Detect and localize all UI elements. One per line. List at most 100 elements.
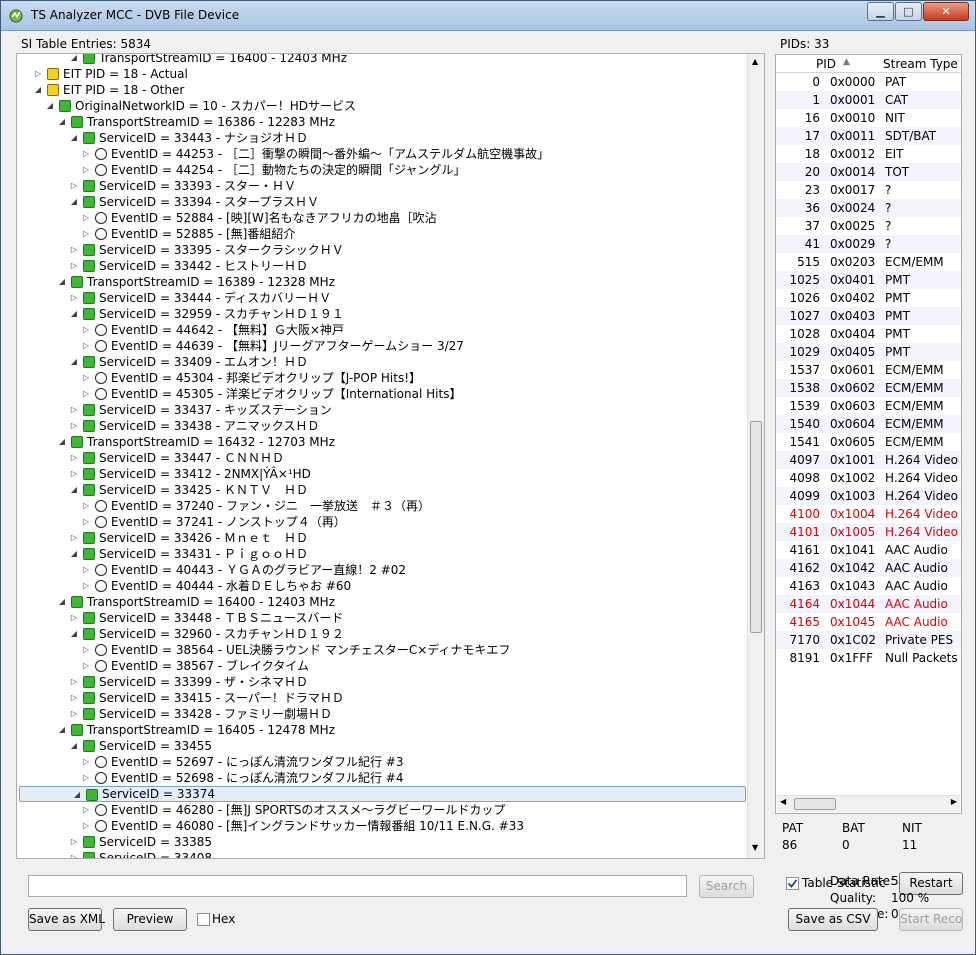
pid-row[interactable]: 1541 0x0605 ECM/EMM [776, 433, 961, 451]
expand-arrow-icon[interactable]: ▷ [81, 226, 91, 242]
save-as-csv-button[interactable]: Save as CSV [788, 908, 878, 931]
collapse-arrow-icon[interactable]: ◢ [69, 738, 79, 754]
expand-arrow-icon[interactable]: ▷ [81, 322, 91, 338]
pid-row[interactable]: 4164 0x1044 AAC Audio [776, 595, 961, 613]
expand-arrow-icon[interactable]: ▷ [81, 370, 91, 386]
expand-arrow-icon[interactable]: ▷ [69, 402, 79, 418]
pid-row[interactable]: 1537 0x0601 ECM/EMM [776, 361, 961, 379]
expand-arrow-icon[interactable]: ▷ [81, 562, 91, 578]
pid-row[interactable]: 1539 0x0603 ECM/EMM [776, 397, 961, 415]
pid-row[interactable]: 1025 0x0401 PMT [776, 271, 961, 289]
preview-button[interactable]: Preview [113, 908, 187, 931]
pid-row[interactable]: 4099 0x1003 H.264 Video [776, 487, 961, 505]
pid-row[interactable]: 20 0x0014 TOT [776, 163, 961, 181]
pid-list[interactable]: PID ▲ Stream Type 0 0x0000 PAT 1 0x0001 CAT 16… [775, 54, 962, 814]
collapse-arrow-icon[interactable]: ◢ [57, 594, 67, 610]
expand-arrow-icon[interactable]: ▷ [69, 290, 79, 306]
collapse-arrow-icon[interactable]: ◢ [69, 130, 79, 146]
pid-row[interactable]: 4163 0x1043 AAC Audio [776, 577, 961, 595]
pid-row[interactable]: 16 0x0010 NIT [776, 109, 961, 127]
pid-row[interactable]: 18 0x0012 EIT [776, 145, 961, 163]
pid-row[interactable]: 1538 0x0602 ECM/EMM [776, 379, 961, 397]
scroll-down-arrow-icon[interactable]: ▼ [752, 843, 758, 852]
pid-row[interactable]: 7170 0x1C02 Private PES [776, 631, 961, 649]
expand-arrow-icon[interactable]: ▷ [81, 770, 91, 786]
pid-row[interactable]: 23 0x0017? [776, 181, 961, 199]
expand-arrow-icon[interactable]: ▷ [81, 146, 91, 162]
expand-arrow-icon[interactable]: ▷ [69, 418, 79, 434]
expand-arrow-icon[interactable]: ▷ [69, 242, 79, 258]
table-statistic-checkbox[interactable] [786, 877, 799, 890]
pid-row[interactable]: 1029 0x0405 PMT [776, 343, 961, 361]
expand-arrow-icon[interactable]: ▷ [81, 386, 91, 402]
close-button[interactable]: ✕ [923, 2, 969, 21]
pid-row[interactable]: 36 0x0024? [776, 199, 961, 217]
search-input[interactable] [28, 875, 687, 897]
search-button[interactable]: Search [699, 875, 754, 898]
start-record-button[interactable]: Start Recor [899, 908, 963, 931]
pid-list-scroll-thumb[interactable] [794, 798, 836, 810]
collapse-arrow-icon[interactable]: ◢ [57, 434, 67, 450]
collapse-arrow-icon[interactable]: ◢ [69, 626, 79, 642]
expand-arrow-icon[interactable]: ▷ [69, 178, 79, 194]
pid-row[interactable]: 515 0x0203 ECM/EMM [776, 253, 961, 271]
collapse-arrow-icon[interactable]: ◢ [57, 114, 67, 130]
expand-arrow-icon[interactable]: ▷ [69, 610, 79, 626]
expand-arrow-icon[interactable]: ▷ [81, 754, 91, 770]
expand-arrow-icon[interactable]: ▷ [81, 498, 91, 514]
si-tree-view[interactable]: ▲ ▼ ◢ TransportStreamID = 16400 - 12403 M… [16, 53, 765, 859]
pid-row[interactable]: 4162 0x1042 AAC Audio [776, 559, 961, 577]
expand-arrow-icon[interactable]: ▷ [81, 338, 91, 354]
expand-arrow-icon[interactable]: ▷ [81, 578, 91, 594]
expand-arrow-icon[interactable]: ▷ [69, 850, 79, 858]
expand-arrow-icon[interactable]: ▷ [81, 658, 91, 674]
collapse-arrow-icon[interactable]: ◢ [72, 787, 82, 803]
expand-arrow-icon[interactable]: ▷ [81, 642, 91, 658]
pid-row[interactable]: 4101 0x1005 H.264 Video [776, 523, 961, 541]
expand-arrow-icon[interactable]: ▷ [81, 802, 91, 818]
tree-scroll-thumb[interactable] [750, 421, 762, 633]
expand-arrow-icon[interactable]: ▷ [81, 818, 91, 834]
pid-row[interactable]: 4161 0x1041 AAC Audio [776, 541, 961, 559]
pid-row[interactable]: 17 0x0011 SDT/BAT [776, 127, 961, 145]
collapse-arrow-icon[interactable]: ◢ [69, 54, 79, 66]
pid-row[interactable]: 4165 0x1045 AAC Audio [776, 613, 961, 631]
pid-row[interactable]: 41 0x0029? [776, 235, 961, 253]
pid-row[interactable]: 1 0x0001 CAT [776, 91, 961, 109]
stream-type-column-header[interactable]: Stream Type [883, 57, 958, 71]
expand-arrow-icon[interactable]: ▷ [69, 530, 79, 546]
collapse-arrow-icon[interactable]: ◢ [69, 354, 79, 370]
pid-row[interactable]: 4100 0x1004 H.264 Video [776, 505, 961, 523]
expand-arrow-icon[interactable]: ▷ [69, 258, 79, 274]
collapse-arrow-icon[interactable]: ◢ [69, 306, 79, 322]
expand-arrow-icon[interactable]: ▷ [81, 162, 91, 178]
expand-arrow-icon[interactable]: ▷ [69, 706, 79, 722]
pid-row[interactable]: 4097 0x1001 H.264 Video [776, 451, 961, 469]
maximize-button[interactable]: □ [895, 2, 922, 21]
pid-row[interactable]: 1028 0x0404 PMT [776, 325, 961, 343]
pid-row[interactable]: 37 0x0025? [776, 217, 961, 235]
tree-vertical-scrollbar[interactable]: ▲ ▼ [747, 54, 764, 858]
pid-row[interactable]: 8191 0x1FFF Null Packets [776, 649, 961, 667]
expand-arrow-icon[interactable]: ▷ [69, 690, 79, 706]
hex-checkbox[interactable] [197, 913, 210, 926]
scroll-right-arrow-icon[interactable]: ▶ [951, 797, 957, 806]
expand-arrow-icon[interactable]: ▷ [69, 450, 79, 466]
pid-row[interactable]: 1540 0x0604 ECM/EMM [776, 415, 961, 433]
collapse-arrow-icon[interactable]: ◢ [69, 194, 79, 210]
collapse-arrow-icon[interactable]: ◢ [57, 274, 67, 290]
collapse-arrow-icon[interactable]: ◢ [69, 546, 79, 562]
pid-row[interactable]: 4098 0x1002 H.264 Video [776, 469, 961, 487]
pid-row[interactable]: 0 0x0000 PAT [776, 73, 961, 91]
expand-arrow-icon[interactable]: ▷ [81, 514, 91, 530]
expand-arrow-icon[interactable]: ▷ [69, 466, 79, 482]
collapse-arrow-icon[interactable]: ◢ [33, 82, 43, 98]
scroll-up-arrow-icon[interactable]: ▲ [752, 57, 758, 66]
expand-arrow-icon[interactable]: ▷ [81, 210, 91, 226]
collapse-arrow-icon[interactable]: ◢ [45, 98, 55, 114]
collapse-arrow-icon[interactable]: ◢ [57, 722, 67, 738]
scroll-left-arrow-icon[interactable]: ◀ [780, 797, 786, 806]
collapse-arrow-icon[interactable]: ◢ [69, 482, 79, 498]
save-as-xml-button[interactable]: Save as XML [28, 908, 105, 931]
pid-row[interactable]: 1027 0x0403 PMT [776, 307, 961, 325]
